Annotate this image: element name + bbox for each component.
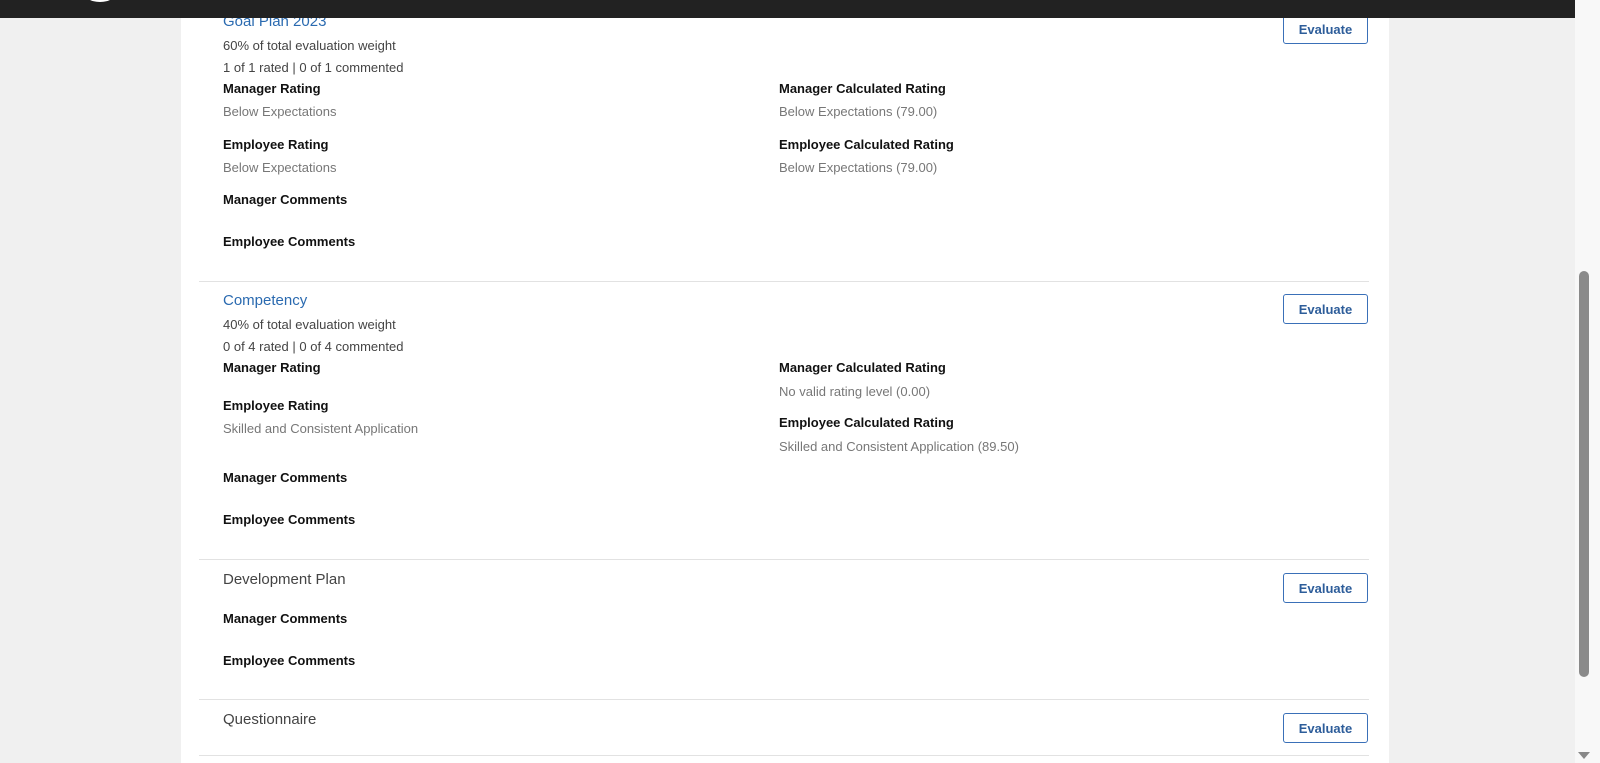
employee-comments-label: Employee Comments — [223, 653, 356, 668]
scrollbar-thumb[interactable] — [1579, 271, 1589, 677]
employee-calculated-rating-label: Employee Calculated Rating — [779, 415, 954, 430]
manager-calculated-rating-label: Manager Calculated Rating — [779, 360, 946, 375]
manager-rating-value: Below Expectations — [223, 104, 337, 119]
manager-calculated-rating-value: No valid rating level (0.00) — [779, 384, 931, 399]
employee-rating-label: Employee Rating — [223, 137, 329, 152]
employee-rating-value: Below Expectations — [223, 160, 337, 175]
divider — [199, 559, 1369, 560]
employee-comments-label: Employee Comments — [223, 234, 356, 249]
evaluate-button-questionnaire[interactable]: Evaluate — [1283, 713, 1368, 743]
manager-rating-label: Manager Rating — [223, 360, 321, 375]
manager-calculated-rating-value: Below Expectations (79.00) — [779, 104, 938, 119]
section-progress: 1 of 1 rated | 0 of 1 commented — [223, 60, 404, 75]
section-title-competency[interactable]: Competency — [223, 292, 307, 310]
divider — [199, 699, 1369, 700]
section-weight: 60% of total evaluation weight — [223, 38, 396, 53]
section-title-development-plan: Development Plan — [223, 571, 346, 588]
employee-calculated-rating-value: Skilled and Consistent Application (89.5… — [779, 439, 1019, 454]
manager-comments-label: Manager Comments — [223, 611, 348, 626]
manager-calculated-rating-label: Manager Calculated Rating — [779, 81, 946, 96]
evaluate-button-goal-plan[interactable]: Evaluate — [1283, 14, 1368, 44]
evaluation-panel: Goal Plan 2023 60% of total evaluation w… — [181, 0, 1389, 763]
evaluate-button-development-plan[interactable]: Evaluate — [1283, 573, 1368, 603]
evaluate-button-competency[interactable]: Evaluate — [1283, 294, 1368, 324]
manager-comments-label: Manager Comments — [223, 470, 348, 485]
employee-rating-label: Employee Rating — [223, 398, 329, 413]
top-bar — [0, 0, 1575, 18]
scroll-down-arrow-icon[interactable] — [1578, 752, 1590, 759]
section-title-questionnaire: Questionnaire — [223, 711, 317, 728]
section-weight: 40% of total evaluation weight — [223, 317, 396, 332]
employee-rating-value: Skilled and Consistent Application — [223, 421, 419, 436]
manager-comments-label: Manager Comments — [223, 192, 348, 207]
employee-comments-label: Employee Comments — [223, 512, 356, 527]
employee-calculated-rating-label: Employee Calculated Rating — [779, 137, 954, 152]
divider — [199, 755, 1369, 756]
manager-rating-label: Manager Rating — [223, 81, 321, 96]
section-progress: 0 of 4 rated | 0 of 4 commented — [223, 339, 404, 354]
avatar[interactable] — [82, 0, 118, 2]
employee-calculated-rating-value: Below Expectations (79.00) — [779, 160, 938, 175]
divider — [199, 281, 1369, 282]
vertical-scrollbar[interactable] — [1575, 0, 1600, 763]
